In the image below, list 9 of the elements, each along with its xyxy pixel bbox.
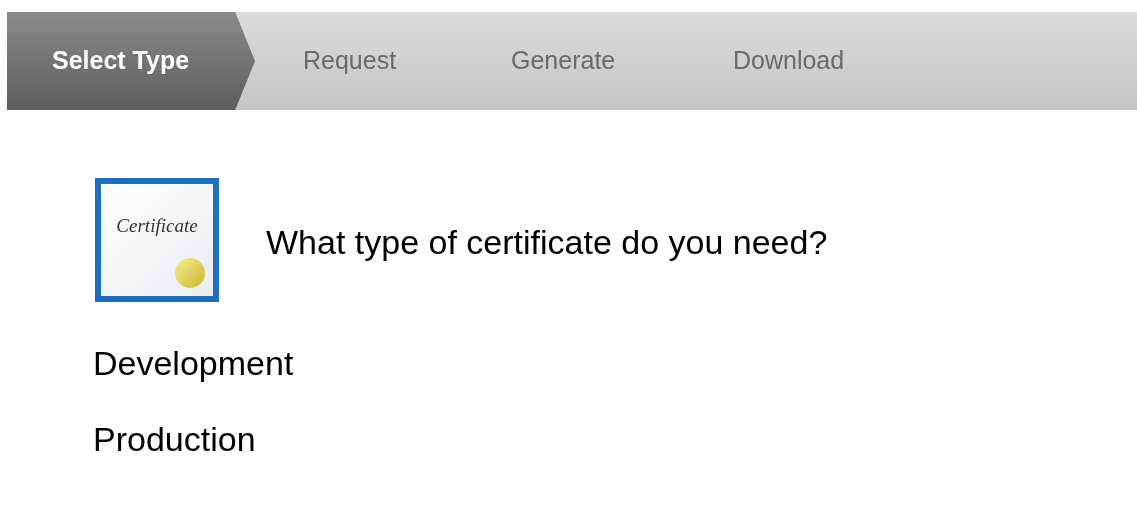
step-tab[interactable]: Request: [255, 12, 463, 110]
step-tab[interactable]: Select Type: [7, 12, 255, 110]
option-link[interactable]: Development: [93, 346, 294, 380]
step-tab[interactable]: Generate: [463, 12, 685, 110]
seal-icon: [175, 258, 205, 288]
option-link[interactable]: Production: [93, 422, 256, 456]
icon-caption: Certificate: [116, 214, 198, 238]
step-tab[interactable]: Download: [685, 12, 905, 110]
page-heading: What type of certificate do you need?: [266, 221, 828, 263]
